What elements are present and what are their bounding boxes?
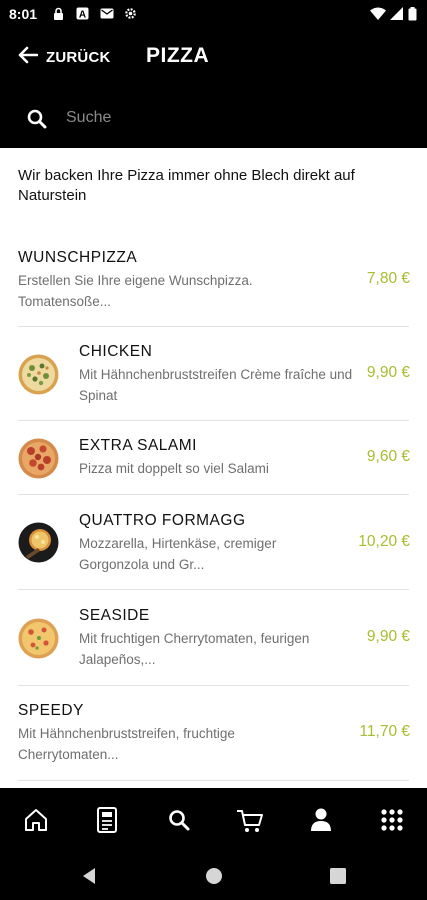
home-icon[interactable] — [21, 806, 51, 836]
grid-icon[interactable] — [377, 806, 407, 836]
cart-icon[interactable] — [235, 806, 265, 836]
mail-icon — [100, 7, 114, 20]
system-navigation — [0, 852, 427, 900]
product-list[interactable]: Wir backen Ihre Pizza immer ohne Blech d… — [0, 148, 427, 788]
item-description: Mit fruchtigen Cherrytomaten, feurigen J… — [79, 631, 310, 667]
item-price: 7,80 € — [366, 270, 410, 287]
back-button[interactable]: ZURÜCK — [18, 43, 111, 71]
wifi-icon — [370, 7, 386, 20]
list-item[interactable]: QUATTRO FORMAGG Mozzarella, Hirtenkäse, … — [0, 495, 427, 590]
back-label: ZURÜCK — [46, 48, 111, 66]
item-name: SEASIDE — [79, 607, 150, 624]
item-price: 10,20 € — [358, 533, 410, 550]
search-bar — [0, 90, 427, 146]
search-input[interactable] — [66, 104, 406, 132]
a-icon: A — [76, 7, 89, 20]
pizza-image — [18, 438, 59, 479]
item-description: Erstellen Sie Ihre eigene Wunschpizza. T… — [18, 273, 253, 309]
list-item[interactable]: CHICKEN Mit Hähnchenbruststreifen Crème … — [0, 327, 427, 421]
svg-text:A: A — [79, 10, 86, 21]
item-description: Mit Hähnchenbruststreifen Crème fraîche … — [79, 367, 353, 403]
status-time: 8:01 — [9, 6, 38, 22]
page-title: PIZZA — [146, 44, 210, 67]
list-item[interactable]: SEASIDE Mit fruchtigen Cherrytomaten, fe… — [0, 590, 427, 686]
search-icon — [26, 108, 48, 130]
back-triangle-icon[interactable] — [80, 866, 100, 886]
item-price: 9,60 € — [366, 448, 410, 465]
pizza-image — [18, 354, 59, 395]
settings-icon — [124, 7, 137, 20]
list-item[interactable]: EXTRA SALAMI Pizza mit doppelt so viel S… — [0, 421, 427, 495]
divider — [18, 780, 409, 781]
item-name: QUATTRO FORMAGG — [79, 512, 246, 529]
status-bar: 8:01 A — [0, 0, 427, 28]
item-name: CHICKEN — [79, 343, 153, 360]
item-description: Mit Hähnchenbruststreifen, fruchtige Che… — [18, 726, 235, 762]
pizza-image — [18, 522, 59, 563]
item-description: Mozzarella, Hirtenkäse, cremiger Gorgonz… — [79, 536, 277, 572]
app-header: ZURÜCK PIZZA — [0, 28, 427, 90]
lock-icon — [52, 7, 65, 20]
bottom-navigation — [0, 788, 427, 852]
item-price: 9,90 € — [366, 364, 410, 381]
item-name: EXTRA SALAMI — [79, 437, 197, 454]
menu-card-icon[interactable] — [92, 806, 122, 836]
user-icon[interactable] — [306, 806, 336, 836]
signal-icon — [390, 7, 403, 20]
item-description: Pizza mit doppelt so viel Salami — [79, 461, 269, 476]
arrow-left-icon — [18, 46, 39, 69]
category-intro: Wir backen Ihre Pizza immer ohne Blech d… — [18, 167, 355, 204]
search-icon[interactable] — [164, 806, 194, 836]
home-circle-icon[interactable] — [204, 866, 224, 886]
item-name: SPEEDY — [18, 702, 84, 719]
pizza-image — [18, 618, 59, 659]
list-item[interactable]: SPEEDY Mit Hähnchenbruststreifen, frucht… — [0, 686, 427, 781]
item-price: 11,70 € — [359, 723, 410, 740]
item-price: 9,90 € — [366, 628, 410, 645]
item-name: WUNSCHPIZZA — [18, 249, 138, 266]
recents-square-icon[interactable] — [328, 866, 348, 886]
battery-icon — [408, 7, 417, 21]
list-item[interactable]: WUNSCHPIZZA Erstellen Sie Ihre eigene Wu… — [0, 234, 427, 327]
